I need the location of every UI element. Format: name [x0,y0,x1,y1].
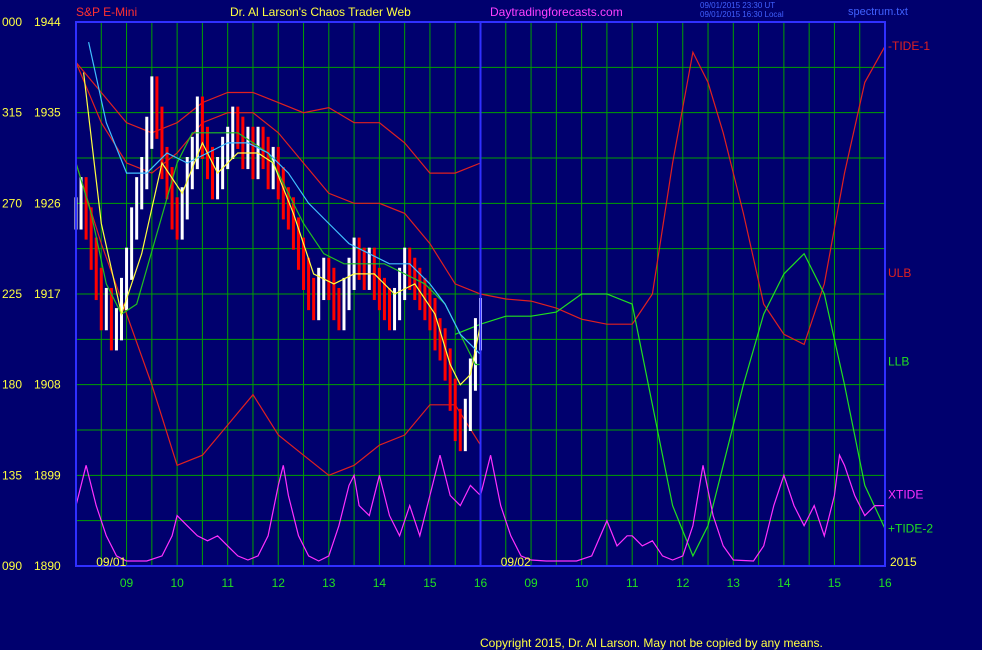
x-axis-tick-label: 13 [322,576,336,590]
legend-label: LLB [888,354,909,368]
chaos-trader-chart: 000 1944 315 1935 270 1926 225 1917 180 1908 135 18… [2,15,933,590]
x-axis-tick-label: 11 [221,576,234,590]
chart-timestamp-local: 09/01/2015 16:30 Local [700,10,784,19]
x-axis-tick-label: 09 [120,576,134,590]
x-axis-tick-label: 12 [272,576,286,590]
legend-label: +TIDE-2 [888,522,933,536]
y-axis-code-label: 180 [2,378,22,392]
x-axis-tick-label: 15 [828,576,842,590]
chart-title-symbol: S&P E-Mini [76,5,138,19]
y-axis-code-label: 225 [2,287,22,301]
y-axis-code-label: 135 [2,468,22,482]
x-axis-tick-label: 16 [878,576,892,590]
legend-label: XTIDE [888,487,923,501]
legend-label: ULB [888,266,911,280]
x-axis-date-label: 09/02 [501,555,531,569]
chart-title-site: Daytradingforecasts.com [490,5,623,19]
x-axis-tick-label: 15 [423,576,437,590]
x-axis-tick-label: 13 [727,576,741,590]
y-axis-code-label: 000 [2,15,22,29]
y-axis-code-label: 315 [2,106,22,120]
y-axis-code-label: 090 [2,559,22,573]
y-axis-price-label: 1926 [34,196,61,210]
x-axis-tick-label: 12 [676,576,690,590]
x-axis-tick-label: 09 [524,576,538,590]
x-axis-date-label: 09/01 [96,555,126,569]
x-axis-tick-label: 16 [474,576,488,590]
x-axis-tick-label: 14 [373,576,387,590]
y-axis-price-label: 1908 [34,378,61,392]
chart-source-file: spectrum.txt [848,6,908,18]
footer-copyright: Copyright 2015, Dr. Al Larson. May not b… [480,636,823,650]
y-axis-price-label: 1917 [34,287,61,301]
chart-title-app: Dr. Al Larson's Chaos Trader Web [230,5,411,19]
moving-average-yellow [83,72,482,386]
y-axis-price-label: 1890 [34,559,61,573]
x-axis-tick-label: 14 [777,576,791,590]
y-axis-price-label: 1944 [34,15,61,29]
y-axis-price-label: 1935 [34,106,61,120]
x-axis-tick-label: 11 [626,576,639,590]
y-axis-price-label: 1899 [34,468,61,482]
legend-label: -TIDE-1 [888,39,930,53]
llb-line [454,252,886,558]
x-axis-year-label: 2015 [890,555,917,569]
x-axis-tick-label: 10 [575,576,589,590]
y-axis-code-label: 270 [2,196,22,210]
chart-timestamp-ut: 09/01/2015 23:30 UT [700,1,776,10]
x-axis-tick-label: 10 [170,576,184,590]
